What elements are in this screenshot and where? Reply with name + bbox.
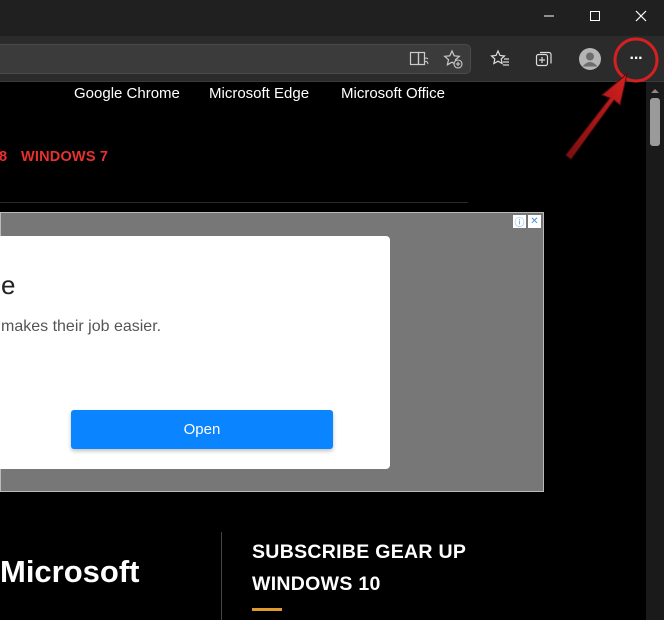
annotation-overlay (565, 37, 659, 160)
annotation-arrow (565, 72, 628, 160)
annotation-circle (613, 37, 659, 83)
